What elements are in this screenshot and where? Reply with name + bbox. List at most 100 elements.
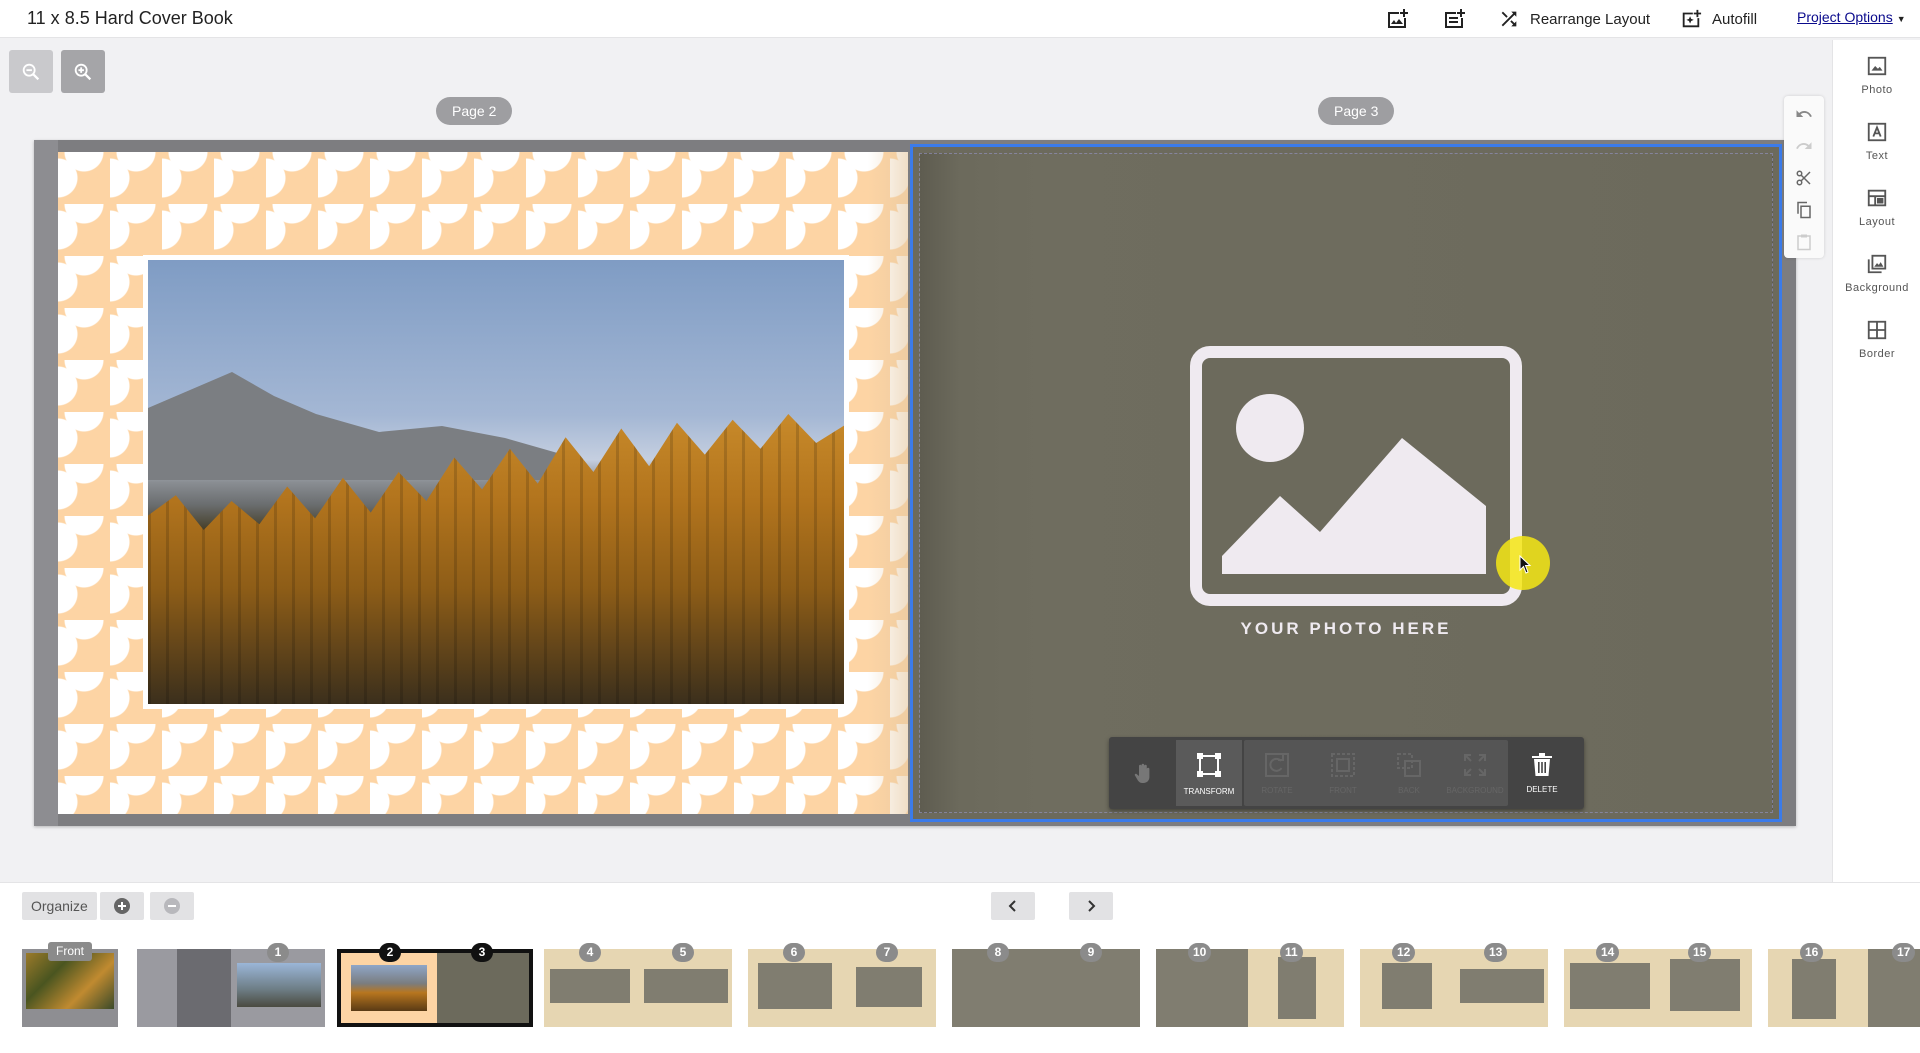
hand-icon xyxy=(1134,763,1150,783)
page-fold-shade xyxy=(868,152,908,814)
thumb-spread-8-9[interactable]: 8 9 xyxy=(952,943,1140,1027)
sidepanel-photo[interactable]: Photo xyxy=(1833,54,1920,96)
page-number-badge: 16 xyxy=(1800,943,1824,962)
zoom-out-icon xyxy=(22,63,40,80)
rotate-icon xyxy=(1265,752,1289,777)
photo-placeholder[interactable]: YOUR PHOTO HERE xyxy=(919,153,1773,813)
border-label: Border xyxy=(1858,348,1896,360)
fit-background-button[interactable]: BACKGROUND xyxy=(1442,740,1508,806)
sidepanel-background[interactable]: Background xyxy=(1833,252,1920,294)
redo-icon[interactable] xyxy=(1792,134,1816,158)
image-placeholder-icon xyxy=(1190,346,1522,606)
thumb-spread-10-11[interactable]: 10 11 xyxy=(1156,943,1344,1027)
text-label: Text xyxy=(1865,150,1889,162)
trash-icon xyxy=(1532,752,1552,776)
copy-icon[interactable] xyxy=(1792,198,1816,222)
left-page[interactable] xyxy=(58,152,908,814)
thumb-spread-6-7[interactable]: 6 7 xyxy=(748,943,936,1027)
thumb-page xyxy=(177,949,231,1027)
shuffle-icon xyxy=(1501,11,1517,27)
send-back-icon xyxy=(1397,752,1421,777)
page-number-badge: 10 xyxy=(1188,943,1212,962)
arrange-group: ROTATE FRONT BACK BACKGROUND xyxy=(1244,740,1508,806)
project-options-menu[interactable]: Project Options ▼ xyxy=(1797,9,1906,25)
text-icon xyxy=(1865,120,1889,144)
sidepanel-text[interactable]: Text xyxy=(1833,120,1920,162)
page-number-badge: 3 xyxy=(471,943,493,962)
chevron-left-icon xyxy=(1008,900,1016,912)
thumb-spread-14-15[interactable]: 14 15 xyxy=(1564,943,1752,1027)
layout-icon xyxy=(1865,186,1889,210)
page-number-badge: 1 xyxy=(267,943,289,962)
cut-icon[interactable] xyxy=(1792,166,1816,190)
thumb-page xyxy=(1382,963,1432,1009)
mouse-pointer-icon xyxy=(1519,555,1532,574)
object-toolbar: TRANSFORM ROTATE FRONT BACK BACKGROUND D… xyxy=(1109,737,1584,809)
thumb-page xyxy=(758,963,832,1009)
thumb-spread-2-3-active[interactable]: 2 3 xyxy=(337,943,533,1027)
bring-front-button[interactable]: FRONT xyxy=(1310,740,1376,806)
thumb-page xyxy=(1670,959,1740,1011)
thumb-spread-12-13[interactable]: 12 13 xyxy=(1360,943,1548,1027)
prev-spread-button[interactable] xyxy=(991,892,1035,920)
expand-icon xyxy=(1464,753,1486,776)
transform-icon xyxy=(1197,752,1221,777)
add-page-icon[interactable] xyxy=(1441,6,1467,32)
page-number-badge: 4 xyxy=(579,943,601,962)
spine-edge xyxy=(34,140,58,826)
thumb-spread-16-17[interactable]: 16 17 xyxy=(1768,943,1920,1027)
background-label: BACKGROUND xyxy=(1446,785,1504,795)
delete-button[interactable]: DELETE xyxy=(1510,740,1574,806)
thumb-spread-4-5[interactable]: 4 5 xyxy=(544,943,732,1027)
next-spread-button[interactable] xyxy=(1069,892,1113,920)
placeholder-caption: YOUR PHOTO HERE xyxy=(1240,619,1452,638)
page-navigator: Organize Front 1 2 3 4 5 6 7 8 9 10 11 1… xyxy=(0,882,1920,1053)
project-options-label: Project Options xyxy=(1797,9,1893,25)
front-label: Front xyxy=(48,942,93,961)
rotate-button[interactable]: ROTATE xyxy=(1244,740,1310,806)
landscape-photo[interactable] xyxy=(148,260,844,704)
zoom-in-button[interactable] xyxy=(61,50,105,93)
send-back-button[interactable]: BACK xyxy=(1376,740,1442,806)
page-number-badge: 5 xyxy=(672,943,694,962)
photo-frame[interactable] xyxy=(143,255,849,709)
add-page-button[interactable] xyxy=(100,892,144,920)
front-cover-image xyxy=(26,953,114,1009)
thumb-page xyxy=(644,969,728,1003)
sidepanel-layout[interactable]: Layout xyxy=(1833,186,1920,228)
chevron-right-icon xyxy=(1088,900,1096,912)
background-icon xyxy=(1865,252,1889,276)
rearrange-layout-button[interactable]: Rearrange Layout xyxy=(1498,6,1650,32)
paste-icon[interactable] xyxy=(1792,230,1816,254)
thumb-photo xyxy=(351,965,427,1011)
thumb-page xyxy=(1570,963,1650,1009)
page-number-badge: 2 xyxy=(379,943,401,962)
thumb-page xyxy=(1868,949,1920,1027)
page-number-badge: 12 xyxy=(1392,943,1416,962)
transform-button[interactable]: TRANSFORM xyxy=(1176,740,1242,806)
page-3-label[interactable]: Page 3 xyxy=(1318,97,1395,125)
right-page-selected[interactable]: YOUR PHOTO HERE xyxy=(910,144,1782,822)
back-label: BACK xyxy=(1398,785,1420,795)
thumb-front[interactable]: Front xyxy=(22,942,118,1027)
page-number-badge: 14 xyxy=(1596,943,1620,962)
photo-icon xyxy=(1865,54,1889,78)
border-icon xyxy=(1865,318,1889,342)
remove-page-button[interactable] xyxy=(150,892,194,920)
pan-button[interactable] xyxy=(1112,740,1174,806)
sidepanel-border[interactable]: Border xyxy=(1833,318,1920,360)
zoom-in-icon xyxy=(74,63,92,80)
rotate-label: ROTATE xyxy=(1261,785,1293,795)
add-photo-page-icon[interactable] xyxy=(1384,6,1410,32)
page-2-label[interactable]: Page 2 xyxy=(436,97,513,125)
thumb-spread-1[interactable]: 1 xyxy=(137,943,325,1027)
organize-button[interactable]: Organize xyxy=(22,892,97,920)
caret-down-icon: ▼ xyxy=(1896,14,1906,24)
undo-icon[interactable] xyxy=(1792,102,1816,126)
zoom-out-button[interactable] xyxy=(9,50,53,93)
photo-label: Photo xyxy=(1861,84,1893,96)
autofill-button[interactable]: Autofill xyxy=(1680,6,1757,32)
delete-label: DELETE xyxy=(1526,784,1558,794)
top-bar: 11 x 8.5 Hard Cover Book Rearrange Layou… xyxy=(0,0,1920,38)
thumb-photo xyxy=(237,963,321,1007)
